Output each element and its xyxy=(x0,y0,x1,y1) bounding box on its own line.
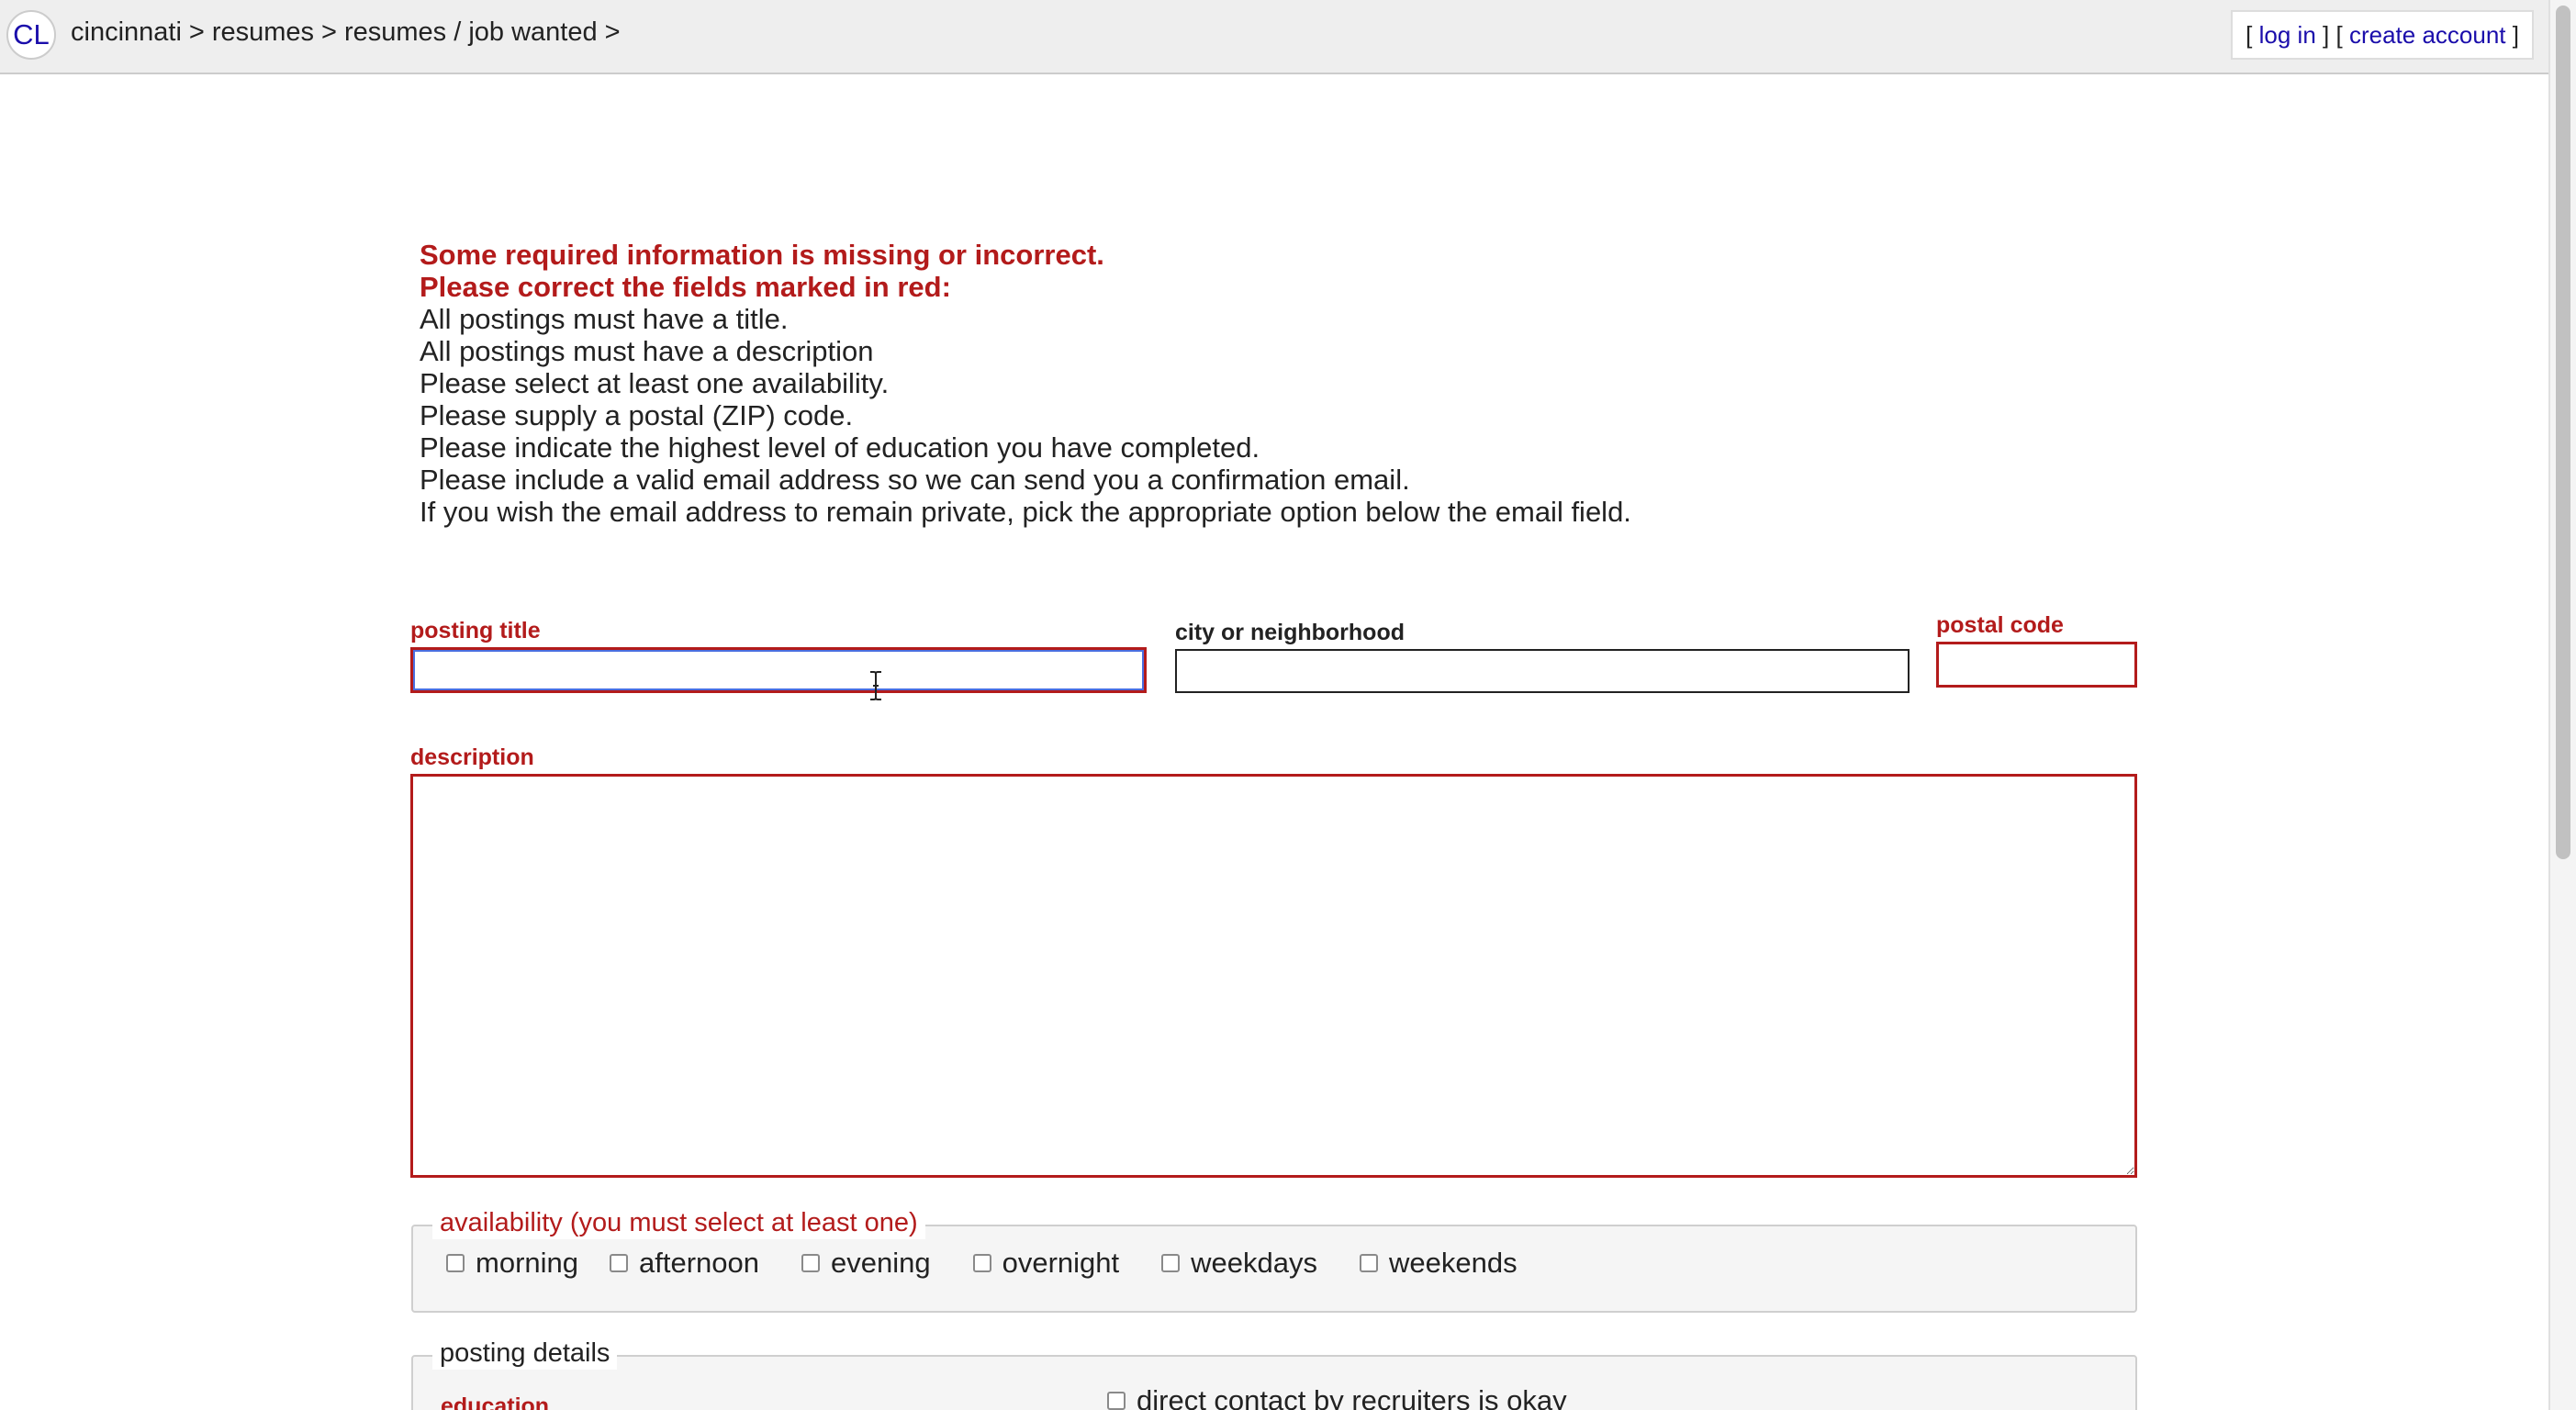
error-message: Please indicate the highest level of edu… xyxy=(420,431,1260,464)
afternoon-checkbox[interactable] xyxy=(610,1254,628,1272)
city-label: city or neighborhood xyxy=(1175,620,1405,645)
error-summary: Some required information is missing or … xyxy=(420,239,1631,528)
posting-title-input[interactable] xyxy=(410,647,1147,693)
create-account-link[interactable]: create account xyxy=(2349,21,2506,49)
breadcrumb-separator: > xyxy=(188,17,205,47)
recruiters-label: direct contact by recruiters is okay xyxy=(1137,1384,1567,1410)
breadcrumb-category[interactable]: resumes xyxy=(212,17,314,47)
breadcrumb-separator: > xyxy=(321,17,337,47)
availability-options: morning afternoon evening overnight week… xyxy=(446,1247,1518,1280)
error-heading: Some required information is missing or … xyxy=(420,239,1104,271)
afternoon-label: afternoon xyxy=(639,1247,759,1279)
error-message: If you wish the email address to remain … xyxy=(420,496,1631,528)
error-message: Please select at least one availability. xyxy=(420,367,890,399)
overnight-label: overnight xyxy=(1002,1247,1120,1279)
login-link[interactable]: log in xyxy=(2259,21,2316,49)
availability-option-weekends[interactable]: weekends xyxy=(1359,1247,1518,1280)
weekends-checkbox[interactable] xyxy=(1359,1254,1378,1272)
education-label: education xyxy=(441,1393,550,1410)
posting-title-label: posting title xyxy=(410,618,541,643)
breadcrumb-separator: > xyxy=(604,17,621,47)
evening-label: evening xyxy=(831,1247,931,1279)
availability-option-overnight[interactable]: overnight xyxy=(972,1247,1120,1280)
bracket-close: ] xyxy=(2512,21,2519,49)
text-cursor-icon xyxy=(870,671,881,700)
weekends-label: weekends xyxy=(1388,1247,1518,1279)
availability-option-afternoon[interactable]: afternoon xyxy=(610,1247,759,1280)
availability-option-evening[interactable]: evening xyxy=(801,1247,931,1280)
scrollbar-thumb[interactable] xyxy=(2556,6,2570,859)
error-message: Please include a valid email address so … xyxy=(420,464,1410,496)
recruiters-checkbox[interactable] xyxy=(1107,1392,1126,1410)
bracket-open: [ xyxy=(2335,21,2343,49)
morning-checkbox[interactable] xyxy=(446,1254,465,1272)
bracket-open: [ xyxy=(2246,21,2253,49)
city-input[interactable] xyxy=(1175,649,1910,693)
top-bar: CL cincinnati > resumes > resumes / job want… xyxy=(0,0,2548,74)
overnight-checkbox[interactable] xyxy=(972,1254,991,1272)
posting-details-legend: posting details xyxy=(432,1337,618,1370)
availability-fieldset: availability (you must select at least o… xyxy=(411,1206,2137,1313)
availability-option-morning[interactable]: morning xyxy=(446,1247,578,1280)
weekdays-label: weekdays xyxy=(1191,1247,1317,1279)
account-links: [ log in ] [ create account ] xyxy=(2231,10,2534,60)
recruiters-option[interactable]: direct contact by recruiters is okay xyxy=(1107,1384,1567,1410)
posting-details-fieldset: posting details education direct contact… xyxy=(411,1337,2137,1410)
postal-code-label: postal code xyxy=(1936,612,2064,638)
error-message: Please supply a postal (ZIP) code. xyxy=(420,399,854,431)
availability-option-weekdays[interactable]: weekdays xyxy=(1161,1247,1317,1280)
page: CL cincinnati > resumes > resumes / job want… xyxy=(0,0,2576,1410)
breadcrumb-subcategory[interactable]: resumes / job wanted xyxy=(344,17,598,47)
bracket-close: ] xyxy=(2323,21,2330,49)
error-message: All postings must have a description xyxy=(420,335,874,367)
weekdays-checkbox[interactable] xyxy=(1161,1254,1181,1272)
craigslist-logo[interactable]: CL xyxy=(6,10,56,60)
error-subheading: Please correct the fields marked in red: xyxy=(420,271,951,303)
error-message: All postings must have a title. xyxy=(420,303,789,335)
breadcrumb-city[interactable]: cincinnati xyxy=(71,17,182,47)
morning-label: morning xyxy=(476,1247,578,1279)
description-label: description xyxy=(410,744,534,770)
description-textarea[interactable] xyxy=(410,774,2137,1178)
breadcrumb: cincinnati > resumes > resumes / job wanted > xyxy=(71,17,628,48)
evening-checkbox[interactable] xyxy=(801,1254,820,1272)
page-scrollbar[interactable] xyxy=(2548,0,2576,1410)
availability-legend: availability (you must select at least o… xyxy=(432,1206,925,1239)
postal-code-input[interactable] xyxy=(1936,642,2137,688)
